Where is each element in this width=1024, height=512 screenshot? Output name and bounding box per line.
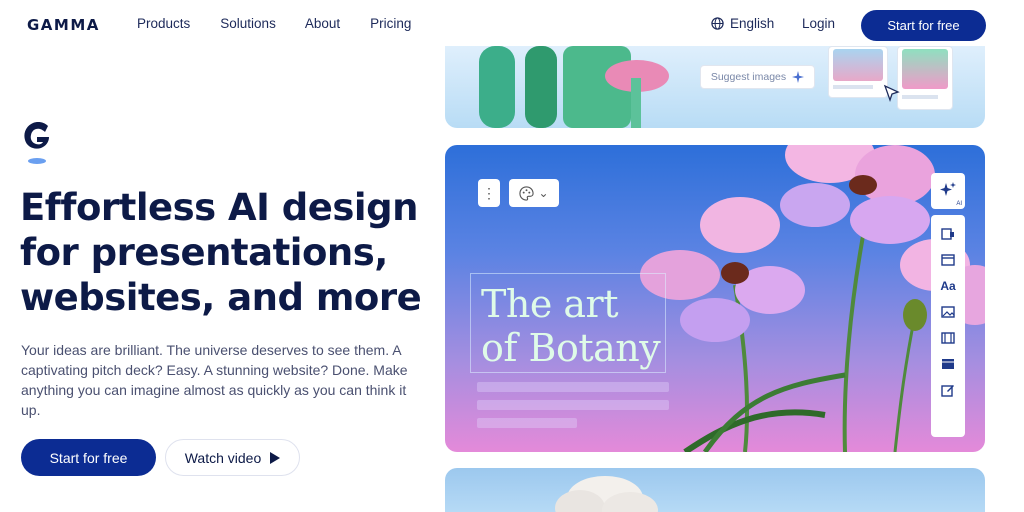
language-label: English	[730, 16, 775, 31]
placeholder-text-line	[477, 382, 669, 392]
theme-palette-button[interactable]: ⌄	[509, 179, 559, 207]
nav-link-about[interactable]: About	[305, 16, 340, 31]
preview-card-main: ⋮ ⌄ The art of Botany AI Aa	[445, 145, 985, 452]
hero-subtext: Your ideas are brilliant. The universe d…	[21, 342, 408, 418]
language-selector[interactable]: English	[711, 16, 774, 31]
play-icon	[270, 451, 281, 464]
title-text-box[interactable]: The art of Botany	[470, 273, 666, 373]
layout-icon[interactable]	[941, 253, 955, 267]
nav-link-solutions[interactable]: Solutions	[220, 16, 276, 31]
more-options-button[interactable]: ⋮	[478, 179, 500, 207]
image-thumbnail[interactable]	[897, 46, 953, 110]
orchid-flower	[780, 145, 935, 244]
video-icon[interactable]	[941, 331, 955, 345]
palette-icon	[519, 185, 535, 201]
ai-badge: AI	[956, 201, 962, 207]
nav-start-button[interactable]: Start for free	[861, 10, 986, 41]
chevron-down-icon: ⌄	[538, 186, 549, 200]
edit-icon[interactable]	[941, 383, 955, 397]
placeholder-text-line	[477, 418, 577, 428]
sparkle-icon	[792, 71, 805, 83]
nav-links: Products Solutions About Pricing	[137, 16, 441, 31]
cursor-icon	[883, 84, 900, 102]
nav-link-pricing[interactable]: Pricing	[370, 16, 411, 31]
image-thumbnail[interactable]	[828, 46, 888, 98]
start-for-free-button[interactable]: Start for free	[21, 439, 156, 476]
hero-headline: Effortless AI design for presentations, …	[20, 186, 422, 319]
gamma-g-icon	[24, 122, 49, 164]
card-title: The art of Botany	[481, 282, 661, 370]
watch-video-button[interactable]: Watch video	[165, 439, 300, 476]
image-icon[interactable]	[941, 305, 955, 319]
nav-link-products[interactable]: Products	[137, 16, 190, 31]
suggest-images-button[interactable]: Suggest images	[700, 65, 815, 89]
cards-icon[interactable]	[941, 227, 955, 241]
top-nav: GAMMA Products Solutions About Pricing E…	[0, 0, 1024, 48]
text-icon[interactable]: Aa	[940, 279, 955, 293]
cloud-illustration	[555, 476, 658, 512]
watch-video-label: Watch video	[184, 449, 262, 466]
ai-assist-button[interactable]: AI	[931, 173, 965, 209]
gamma-logo[interactable]: GAMMA	[27, 16, 100, 34]
preview-card-bottom	[445, 468, 985, 512]
globe-icon	[711, 17, 724, 30]
placeholder-text-line	[477, 400, 669, 410]
login-link[interactable]: Login	[802, 16, 835, 31]
embed-icon[interactable]	[941, 357, 955, 371]
preview-card-top: Suggest images	[445, 46, 985, 128]
insert-toolbar: Aa	[931, 215, 965, 437]
sparkle-icon	[940, 182, 956, 196]
suggest-images-label: Suggest images	[710, 71, 787, 83]
